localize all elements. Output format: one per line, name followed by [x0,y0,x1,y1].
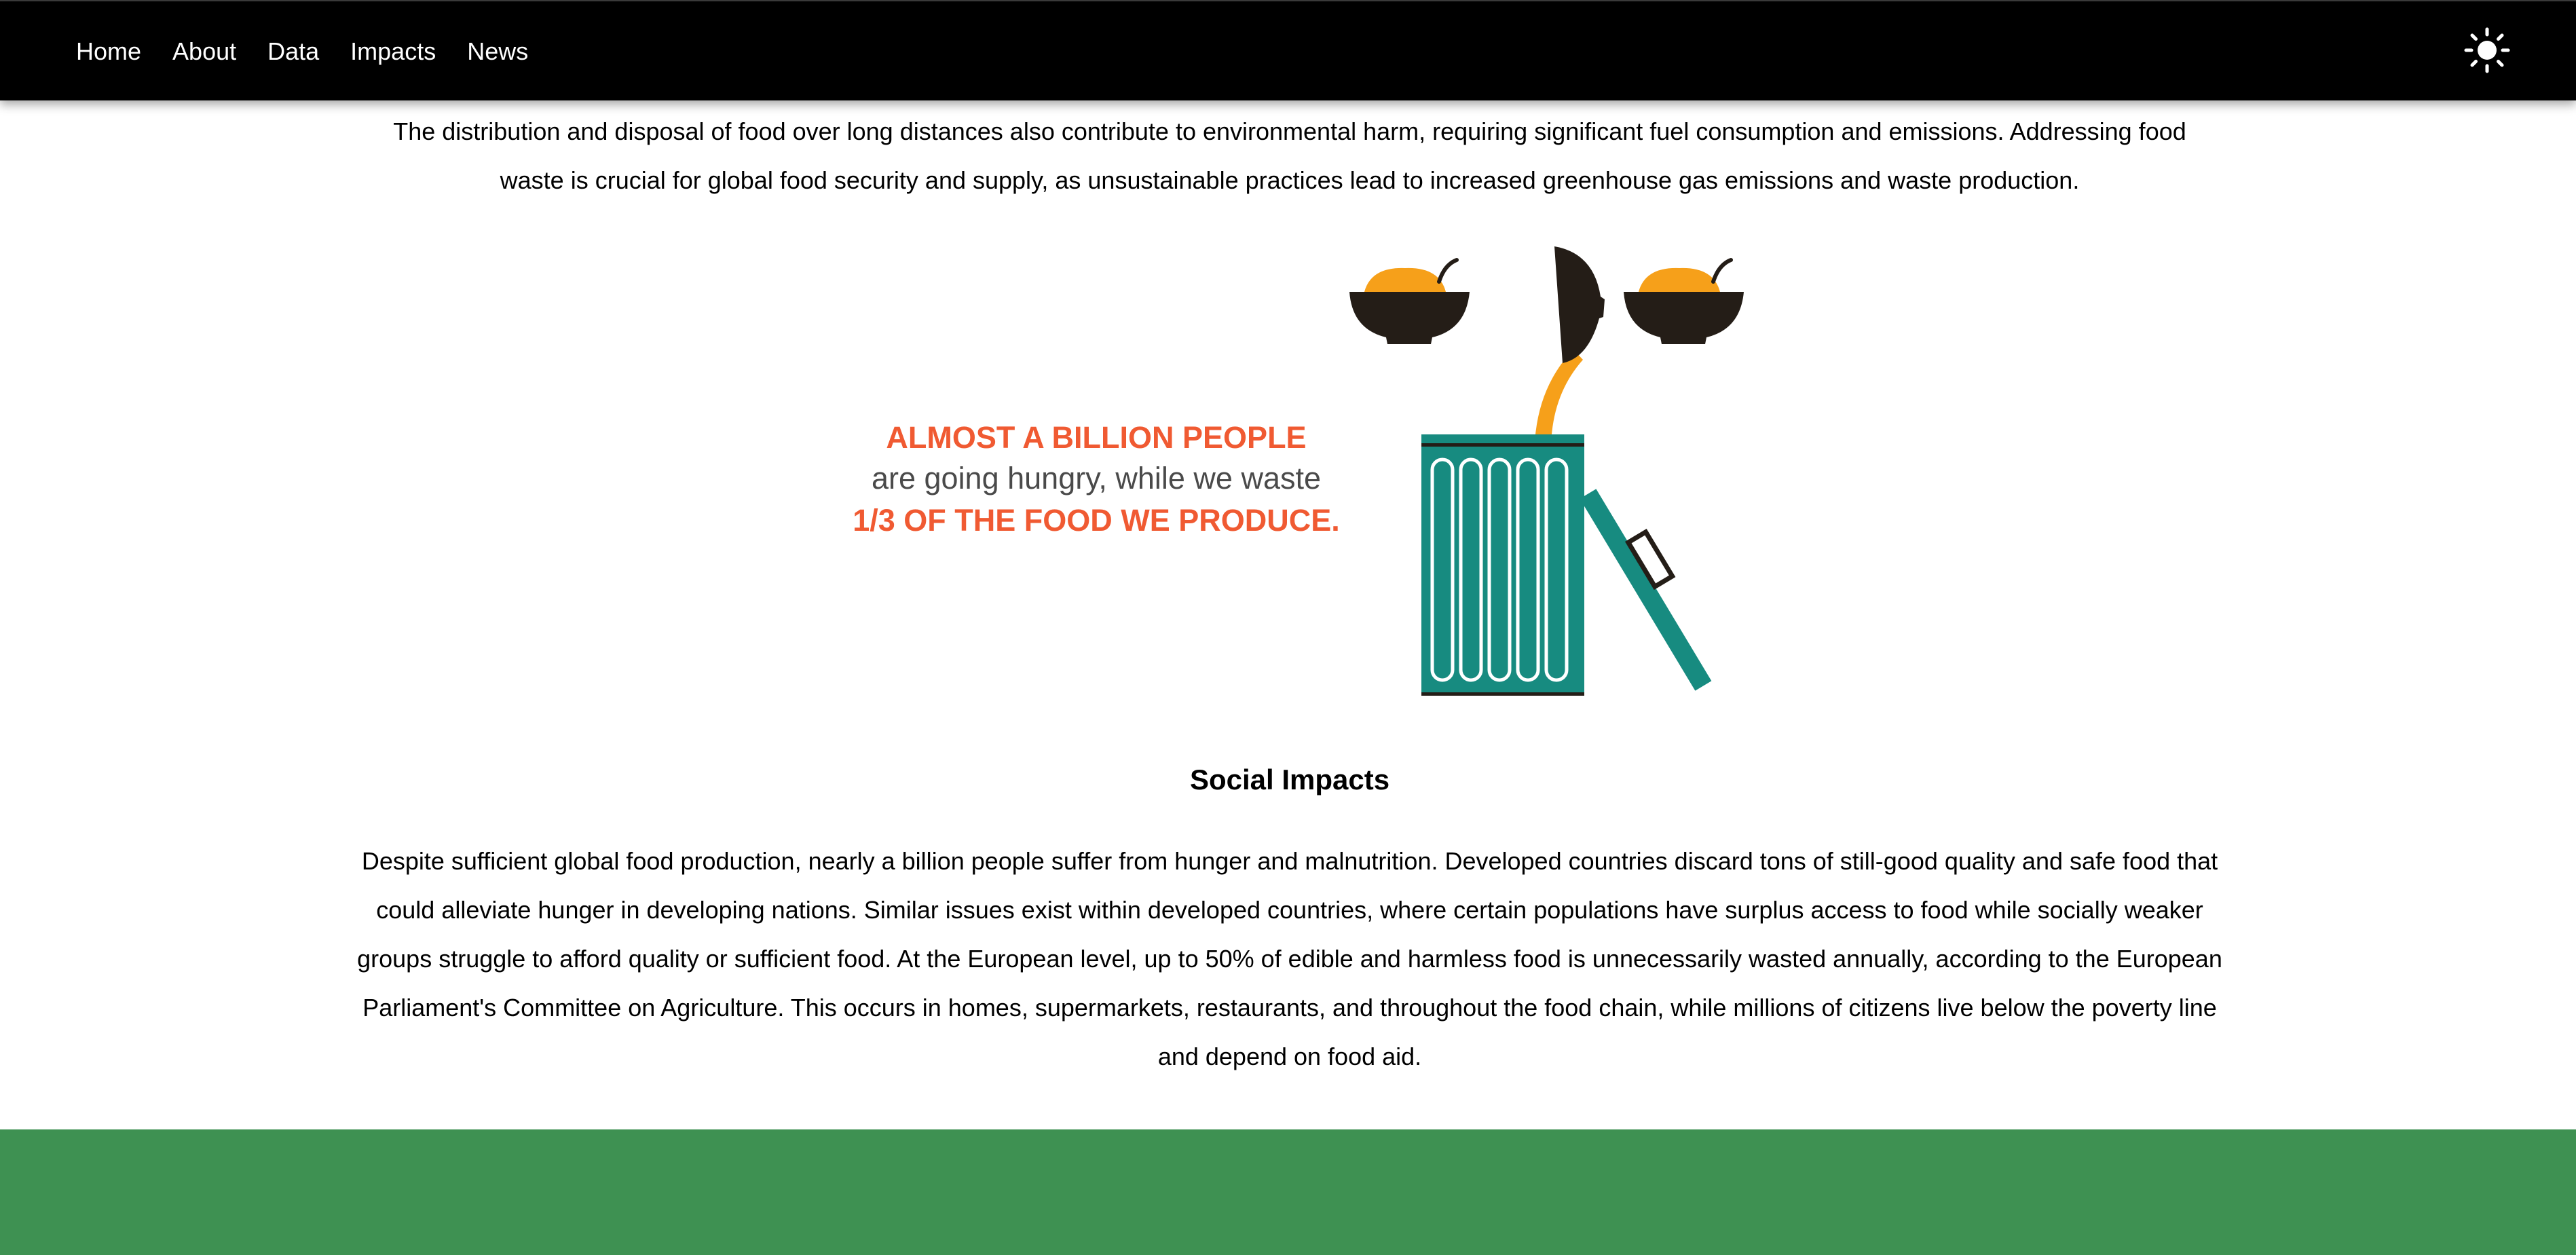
social-impacts-paragraph: Despite sufficient global food productio… [357,847,2222,1070]
sun-icon [2464,27,2510,73]
pouring-bowl-icon [1554,246,1605,363]
nav-link-impacts[interactable]: Impacts [350,37,436,66]
infographic-subline: are going hungry, while we waste [871,461,1322,495]
social-impacts-heading: Social Impacts [1189,764,1390,795]
infographic-caption: ALMOST A BILLION PEOPLE are going hungry… [815,417,1378,542]
food-stream [1535,350,1583,434]
trash-bin-icon [1421,434,1584,696]
food-bowl-icon [1624,258,1744,344]
nav-link-home[interactable]: Home [76,37,141,66]
infographic-headline: ALMOST A BILLION PEOPLE [886,420,1307,455]
food-bowl-icon [1349,258,1470,344]
infographic-illustration [1349,246,1744,696]
intro-paragraph: The distribution and disposal of food ov… [393,117,2186,194]
top-navbar: Home About Data Impacts News [0,0,2576,100]
nav-links: Home About Data Impacts News [76,1,559,102]
food-waste-infographic: ALMOST A BILLION PEOPLE are going hungry… [815,234,1751,709]
footer-band [0,1129,2576,1255]
bin-lid [1580,489,1712,691]
nav-link-data[interactable]: Data [267,37,319,66]
nav-link-about[interactable]: About [172,37,236,66]
nav-link-news[interactable]: News [467,37,528,66]
theme-toggle-button[interactable] [2464,27,2510,73]
infographic-emphasis: 1/3 OF THE FOOD WE PRODUCE. [853,503,1340,538]
